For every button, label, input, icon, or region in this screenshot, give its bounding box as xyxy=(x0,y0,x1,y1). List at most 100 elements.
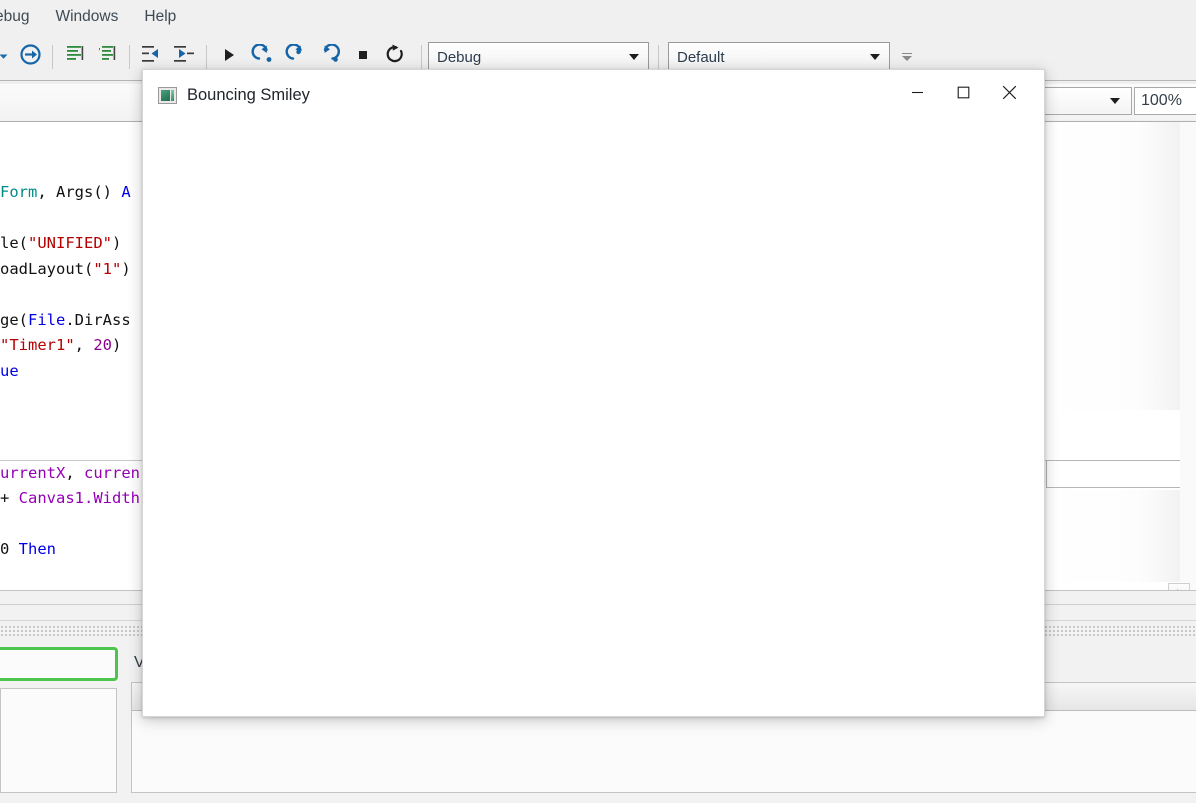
code-line: + Canvas1.Width xyxy=(0,486,140,512)
code-token: ) xyxy=(112,336,122,354)
code-token: 0 xyxy=(0,540,19,558)
window-controls xyxy=(894,70,1044,120)
window-title-text: Bouncing Smiley xyxy=(187,85,310,104)
code-line: 0 Then xyxy=(0,537,56,563)
maximize-icon xyxy=(957,86,970,104)
toolbar-goto-button[interactable] xyxy=(16,43,44,71)
code-token: 20 xyxy=(93,336,112,354)
build-config-dropdown[interactable]: Default xyxy=(668,42,890,72)
app-icon-shape-right xyxy=(171,89,174,101)
code-token: Canvas1.Width xyxy=(18,489,140,507)
menu-windows[interactable]: Windows xyxy=(46,5,127,29)
uncomment-block-icon: ' xyxy=(97,45,117,69)
chevron-down-icon xyxy=(870,54,880,60)
code-token: curren xyxy=(84,464,140,482)
toolbar-overflow-button[interactable] xyxy=(900,44,914,70)
search-input[interactable] xyxy=(0,647,118,681)
code-token: ue xyxy=(0,362,19,380)
comment-block-icon xyxy=(65,45,85,69)
svg-text:': ' xyxy=(97,47,102,56)
code-line: Form, Args() A xyxy=(0,180,131,206)
code-line: le("UNIFIED") xyxy=(0,231,121,257)
minimize-icon xyxy=(911,86,924,104)
close-icon xyxy=(1002,85,1017,105)
code-token: "Timer1" xyxy=(0,336,75,354)
toolbar-step-into-button[interactable] xyxy=(281,43,311,71)
code-token: , xyxy=(74,336,94,354)
module-list[interactable] xyxy=(0,688,117,793)
app-icon-shape-left xyxy=(161,89,170,101)
code-token: , Args() xyxy=(37,183,122,201)
code-token: .DirAss xyxy=(65,311,131,329)
code-token: "1" xyxy=(93,260,122,278)
code-line: urrentX, curren xyxy=(0,461,140,487)
code-token: File xyxy=(28,311,66,329)
code-token: + xyxy=(0,489,19,507)
app-window-icon xyxy=(158,86,177,104)
goto-arrow-icon xyxy=(19,44,41,70)
right-panel-input[interactable] xyxy=(1046,460,1196,488)
restart-icon xyxy=(385,44,407,70)
window-canvas-area[interactable] xyxy=(143,120,1044,716)
code-token: A xyxy=(121,183,131,201)
code-line: "Timer1", 20) xyxy=(0,333,121,359)
code-line: ge(File.DirAss xyxy=(0,308,131,334)
toolbar-outdent-button[interactable] xyxy=(138,43,166,71)
window-close-button[interactable] xyxy=(986,70,1032,120)
code-token: ) xyxy=(121,260,131,278)
code-line: oadLayout("1") xyxy=(0,257,131,283)
app-root: ebug Windows Help xyxy=(0,0,1196,803)
chevron-down-icon xyxy=(629,54,639,60)
step-out-icon xyxy=(318,43,342,70)
chevron-down-icon xyxy=(1110,98,1120,104)
menu-help[interactable]: Help xyxy=(135,5,185,29)
stop-square-icon xyxy=(357,48,369,66)
zoom-value: 100% xyxy=(1141,92,1182,109)
scrollbar-track xyxy=(1180,122,1196,590)
toolbar-separator-4 xyxy=(421,45,422,69)
toolbar-separator-2 xyxy=(129,45,130,69)
toolbar-uncomment-block-button[interactable]: ' xyxy=(93,43,121,71)
indent-icon xyxy=(173,45,195,69)
toolbar-comment-block-button[interactable] xyxy=(61,43,89,71)
toolbar-run-button[interactable] xyxy=(215,43,243,71)
toolbar-indent-button[interactable] xyxy=(170,43,198,71)
overflow-line xyxy=(902,53,912,54)
menu-debug[interactable]: ebug xyxy=(0,5,38,29)
toolbar-separator-3 xyxy=(206,45,207,69)
outdent-icon xyxy=(141,45,163,69)
code-token: , xyxy=(65,464,84,482)
toolbar-separator-5 xyxy=(658,45,659,69)
app-window-bouncing-smiley[interactable]: Bouncing Smiley xyxy=(142,69,1045,717)
code-line: ue xyxy=(0,359,19,385)
window-maximize-button[interactable] xyxy=(940,70,986,120)
toolbar-stop-button[interactable] xyxy=(349,43,377,71)
toolbar-dropdown-caret[interactable] xyxy=(0,43,12,71)
menu-bar: ebug Windows Help xyxy=(0,0,1196,34)
window-title-bar[interactable]: Bouncing Smiley xyxy=(143,70,1044,120)
toolbar-separator-1 xyxy=(52,45,53,69)
code-token: Form xyxy=(0,183,38,201)
step-into-icon xyxy=(284,43,308,70)
window-minimize-button[interactable] xyxy=(894,70,940,120)
caret-down-icon xyxy=(0,48,8,66)
build-config-value: Default xyxy=(677,48,725,66)
toolbar-step-out-button[interactable] xyxy=(315,43,345,71)
toolbar-restart-button[interactable] xyxy=(381,43,411,71)
step-over-icon xyxy=(250,43,274,70)
code-token: ge( xyxy=(0,311,28,329)
code-token: ) xyxy=(112,234,122,252)
toolbar-step-over-button[interactable] xyxy=(247,43,277,71)
code-token: oadLayout( xyxy=(0,260,94,278)
editor-vertical-scrollbar[interactable] xyxy=(1180,122,1196,590)
code-token: urrentX xyxy=(0,464,66,482)
build-mode-value: Debug xyxy=(437,48,482,66)
overflow-caret-icon xyxy=(902,56,912,61)
search-input-value xyxy=(0,650,115,660)
right-panel-top xyxy=(1046,122,1180,410)
code-token: Then xyxy=(18,540,56,558)
build-mode-dropdown[interactable]: Debug xyxy=(428,42,649,72)
zoom-field[interactable]: 100% xyxy=(1134,87,1196,115)
code-token: "UNIFIED" xyxy=(28,234,112,252)
play-icon xyxy=(222,47,236,68)
